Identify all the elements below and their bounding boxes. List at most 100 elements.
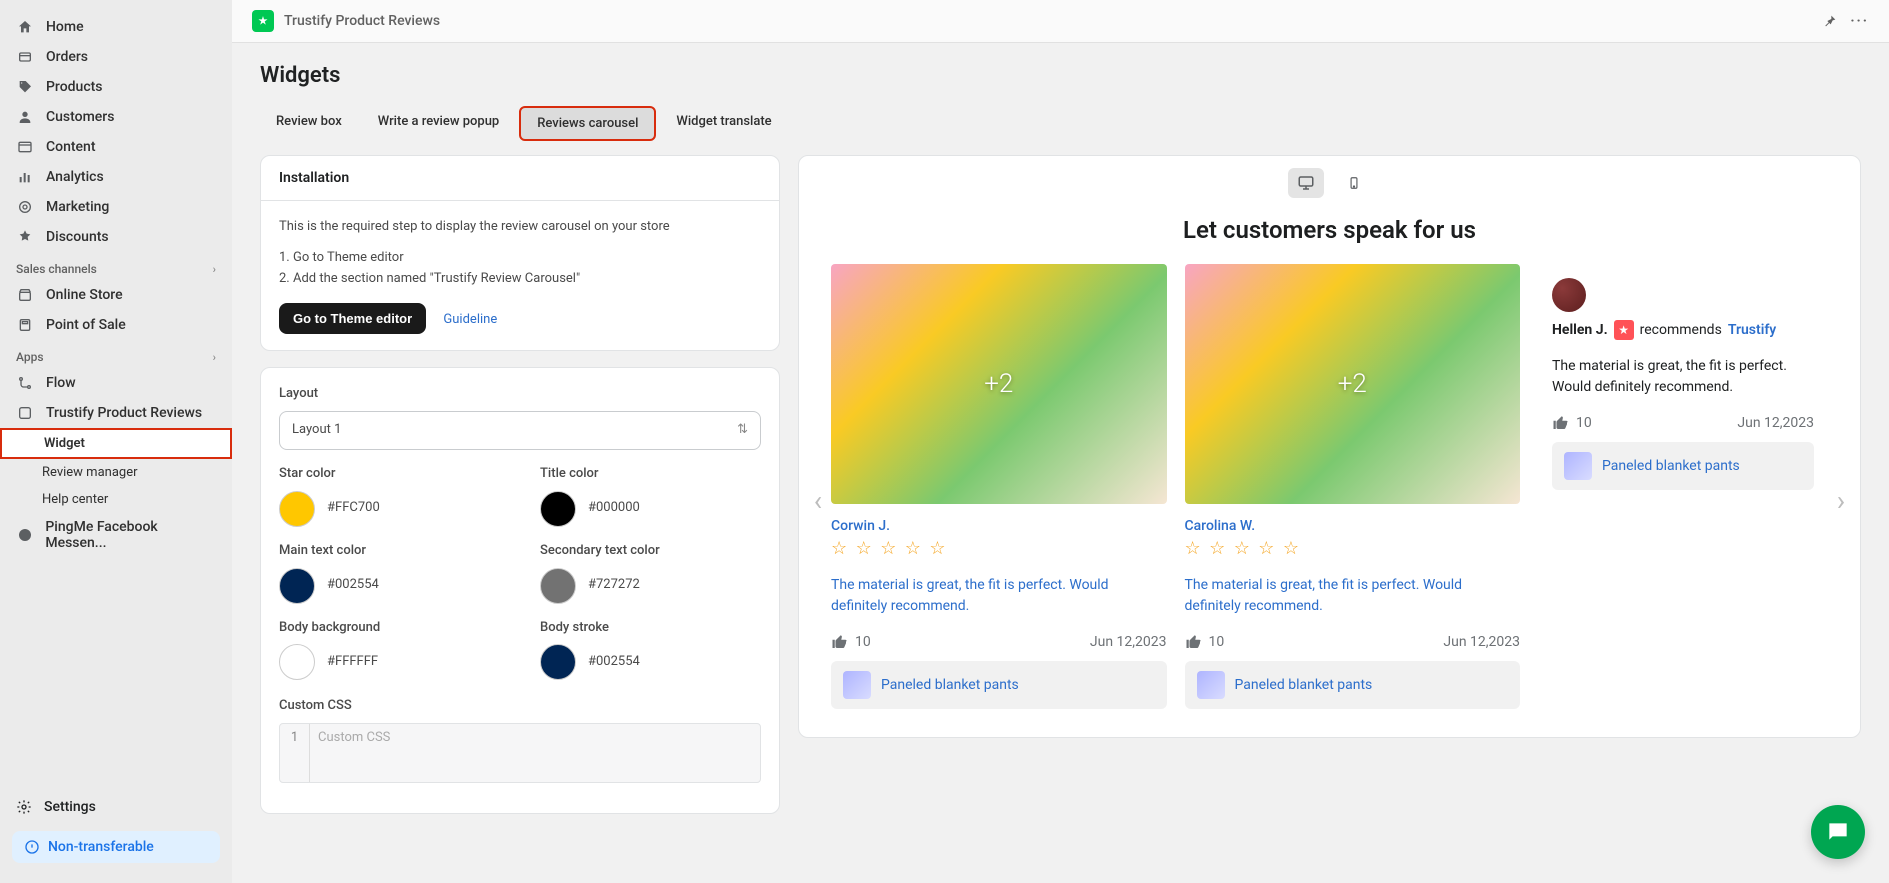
body-stroke-label: Body stroke — [540, 618, 761, 639]
body-stroke-value: #002554 — [588, 652, 640, 673]
review-image[interactable]: +2 — [831, 264, 1167, 504]
installation-card: Installation This is the required step t… — [260, 155, 780, 351]
secondary-text-color-swatch[interactable] — [540, 568, 576, 604]
target-icon — [16, 198, 34, 216]
nav-settings[interactable]: Settings — [0, 791, 232, 823]
product-link[interactable]: Paneled blanket pants — [831, 661, 1167, 709]
tab-reviews-carousel[interactable]: Reviews carousel — [519, 106, 656, 141]
store-icon — [16, 286, 34, 304]
body-bg-swatch[interactable] — [279, 644, 315, 680]
main-text-color-swatch[interactable] — [279, 568, 315, 604]
settings-label: Settings — [44, 799, 96, 815]
installation-step-1: 1. Go to Theme editor — [279, 248, 761, 269]
nav-label: PingMe Facebook Messen... — [45, 519, 216, 551]
product-link[interactable]: Paneled blanket pants — [1552, 442, 1814, 490]
carousel-next-button[interactable]: › — [1826, 481, 1856, 521]
layout-card: Layout Layout 1 ⇅ Star color — [260, 367, 780, 814]
review-image[interactable]: +2 — [1185, 264, 1521, 504]
likes[interactable]: 10 — [1185, 633, 1225, 651]
nav-discounts[interactable]: Discounts — [0, 222, 232, 252]
non-transferable-badge[interactable]: Non-transferable — [12, 831, 220, 863]
pos-icon — [16, 316, 34, 334]
product-thumb-icon — [1564, 452, 1592, 480]
star-rating: ☆ ☆ ☆ ☆ ☆ — [1185, 538, 1521, 559]
tab-widget-translate[interactable]: Widget translate — [660, 106, 787, 141]
nav-app-trustify[interactable]: Trustify Product Reviews — [0, 398, 232, 428]
custom-css-editor[interactable]: 1 Custom CSS — [279, 723, 761, 783]
body-stroke-swatch[interactable] — [540, 644, 576, 680]
body-bg-value: #FFFFFF — [327, 652, 378, 673]
device-desktop-button[interactable] — [1288, 168, 1324, 198]
image-count-badge: +2 — [984, 369, 1013, 399]
main-text-color-label: Main text color — [279, 541, 500, 562]
nav-point-of-sale[interactable]: Point of Sale — [0, 310, 232, 340]
nav-sub-review-manager[interactable]: Review manager — [0, 459, 232, 486]
home-icon — [16, 18, 34, 36]
tag-icon — [16, 78, 34, 96]
nav-sub-widget[interactable]: Widget — [0, 428, 232, 459]
tab-review-box[interactable]: Review box — [260, 106, 358, 141]
star-color-label: Star color — [279, 464, 500, 485]
nav-label: Orders — [46, 49, 88, 65]
brand-link[interactable]: Trustify — [1728, 322, 1776, 338]
installation-step-2: 2. Add the section named "Trustify Revie… — [279, 269, 761, 290]
thumbs-up-icon — [1185, 633, 1203, 651]
guideline-link[interactable]: Guideline — [443, 312, 497, 327]
device-mobile-button[interactable] — [1336, 168, 1372, 198]
more-icon[interactable]: ··· — [1850, 13, 1869, 29]
nav-label: Content — [46, 139, 96, 155]
body-bg-label: Body background — [279, 618, 500, 639]
nav-content[interactable]: Content — [0, 132, 232, 162]
product-link[interactable]: Paneled blanket pants — [1185, 661, 1521, 709]
nav-label: Point of Sale — [46, 317, 126, 333]
nav-online-store[interactable]: Online Store — [0, 280, 232, 310]
sidebar: Home Orders Products Customers Content A… — [0, 0, 232, 883]
page-title: Widgets — [260, 63, 1861, 88]
chevron-right-icon[interactable]: › — [213, 351, 216, 364]
nav-app-flow[interactable]: Flow — [0, 368, 232, 398]
chat-fab-button[interactable] — [1811, 805, 1865, 859]
installation-title: Installation — [261, 156, 779, 201]
review-date: Jun 12,2023 — [1443, 634, 1520, 650]
likes[interactable]: 10 — [831, 633, 871, 651]
title-color-swatch[interactable] — [540, 491, 576, 527]
review-card-compact: Hellen J. ★ recommends Trustify The mate… — [1538, 264, 1828, 709]
nav-app-pingme[interactable]: PingMe Facebook Messen... — [0, 513, 232, 557]
section-apps: Apps › — [0, 340, 232, 368]
nav-marketing[interactable]: Marketing — [0, 192, 232, 222]
review-card: +2 Carolina W. ☆ ☆ ☆ ☆ ☆ The material is… — [1185, 264, 1521, 709]
custom-css-label: Custom CSS — [279, 696, 761, 717]
preview-heading: Let customers speak for us — [799, 216, 1860, 244]
title-color-value: #000000 — [588, 498, 640, 519]
likes[interactable]: 10 — [1552, 414, 1592, 432]
nav-analytics[interactable]: Analytics — [0, 162, 232, 192]
nav-orders[interactable]: Orders — [0, 42, 232, 72]
star-color-value: #FFC700 — [327, 498, 380, 519]
tab-write-review-popup[interactable]: Write a review popup — [362, 106, 515, 141]
review-card: +2 Corwin J. ☆ ☆ ☆ ☆ ☆ The material is g… — [831, 264, 1167, 709]
custom-css-input[interactable]: Custom CSS — [310, 724, 760, 782]
carousel-prev-button[interactable]: ‹ — [803, 481, 833, 521]
nav-customers[interactable]: Customers — [0, 102, 232, 132]
review-date: Jun 12,2023 — [1090, 634, 1167, 650]
info-icon — [24, 839, 40, 855]
nav-products[interactable]: Products — [0, 72, 232, 102]
review-text: The material is great, the fit is perfec… — [1552, 356, 1814, 398]
reviewer-name: Corwin J. — [831, 518, 1167, 534]
layout-select[interactable]: Layout 1 ⇅ — [279, 411, 761, 450]
app-title: Trustify Product Reviews — [284, 13, 440, 29]
product-thumb-icon — [843, 671, 871, 699]
pin-icon[interactable] — [1822, 13, 1838, 29]
nav-label: Marketing — [46, 199, 109, 215]
nav-home[interactable]: Home — [0, 12, 232, 42]
star-rating: ☆ ☆ ☆ ☆ ☆ — [831, 538, 1167, 559]
star-color-swatch[interactable] — [279, 491, 315, 527]
nav-sub-help-center[interactable]: Help center — [0, 486, 232, 513]
image-count-badge: +2 — [1338, 369, 1367, 399]
theme-editor-button[interactable]: Go to Theme editor — [279, 303, 426, 334]
nav-label: Customers — [46, 109, 114, 125]
app-icon — [16, 404, 34, 422]
messenger-icon — [16, 526, 33, 544]
chevron-right-icon[interactable]: › — [213, 263, 216, 276]
avatar — [1552, 278, 1586, 312]
